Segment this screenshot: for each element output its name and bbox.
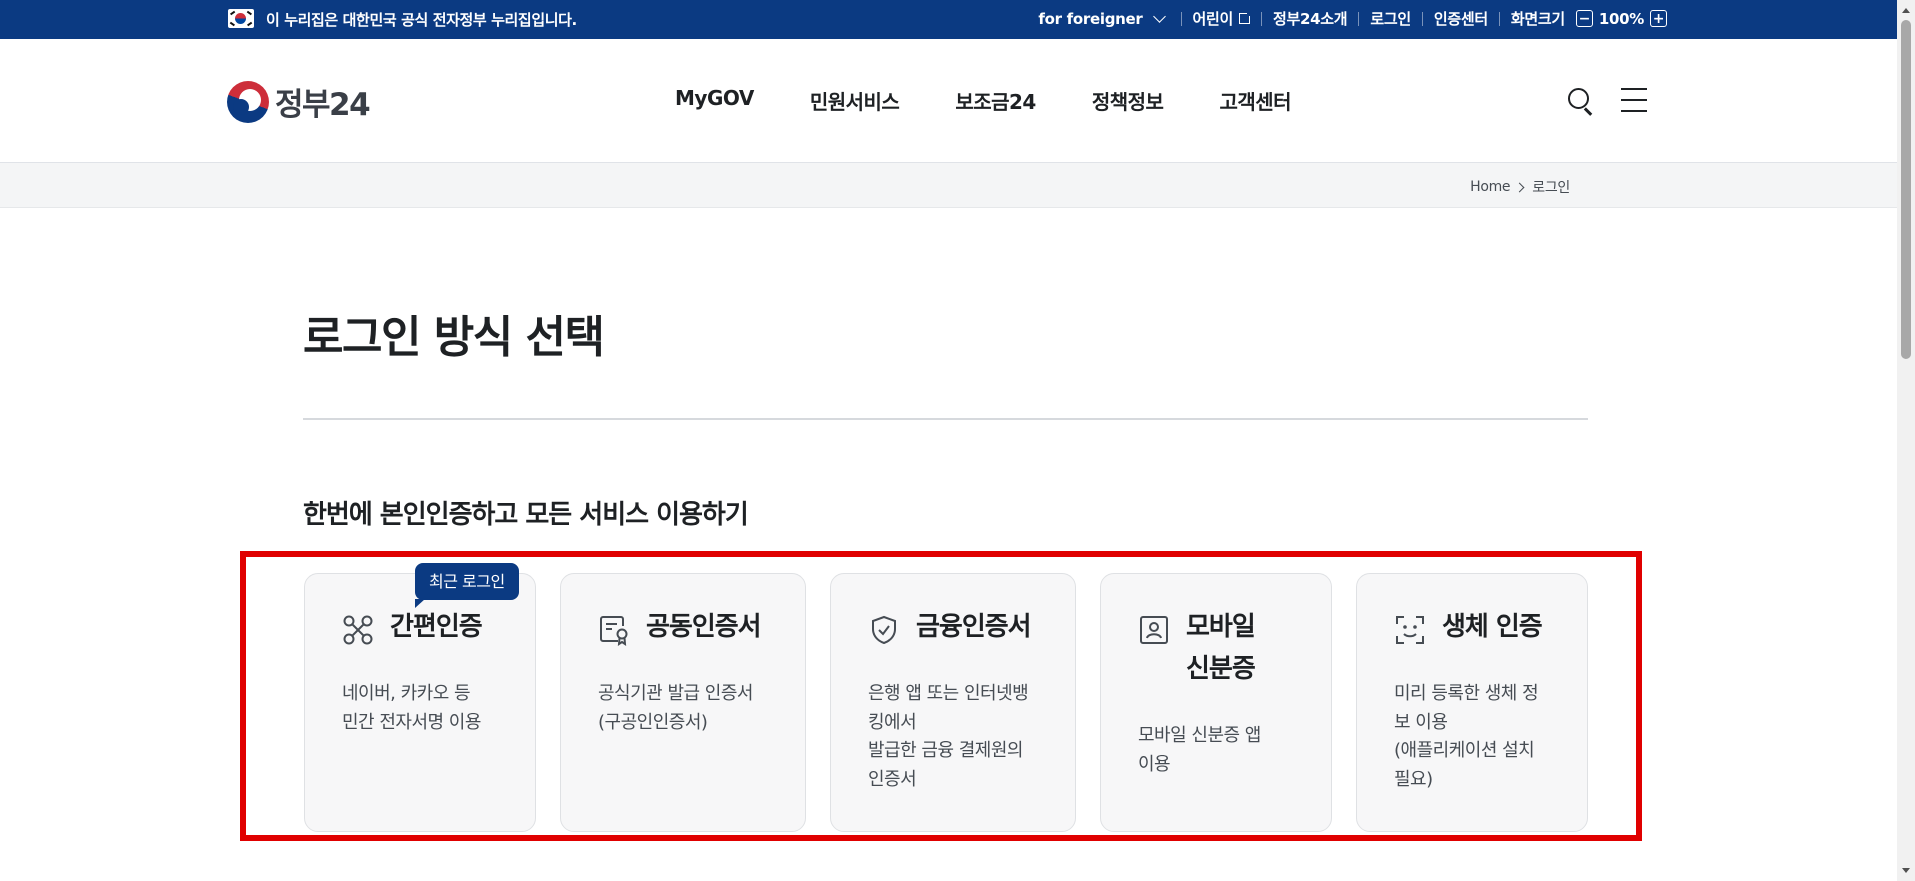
scroll-up-icon[interactable] [1902, 8, 1910, 13]
section-title: 한번에 본인인증하고 모든 서비스 이용하기 [303, 500, 749, 530]
korea-flag-icon [228, 9, 254, 28]
login-card-mobile-id[interactable]: 모바일 신분증 모바일 신분증 앱 이용 [1100, 573, 1332, 832]
gov-banner: 이 누리집은 대한민국 공식 전자정부 누리집입니다. for foreigne… [0, 0, 1915, 39]
link-nodes-icon [342, 614, 373, 645]
card-title: 간편인증 [390, 612, 483, 642]
divider [1358, 11, 1360, 26]
card-title: 생체 인증 [1442, 612, 1543, 642]
nav-customer-center[interactable]: 고객센터 [1219, 86, 1291, 115]
nav-subsidy24[interactable]: 보조금24 [955, 86, 1036, 115]
scroll-thumb[interactable] [1901, 20, 1911, 359]
zoom-in-button[interactable]: + [1650, 10, 1667, 27]
card-title: 모바일 신분증 [1186, 612, 1256, 684]
card-title: 금융인증서 [916, 612, 1032, 642]
breadcrumb-current: 로그인 [1532, 180, 1570, 196]
search-icon[interactable] [1567, 87, 1593, 113]
divider [1421, 11, 1423, 26]
login-link[interactable]: 로그인 [1370, 8, 1411, 29]
page-title: 로그인 방식 선택 [303, 312, 605, 363]
children-link[interactable]: 어린이 [1192, 8, 1254, 29]
screen-size-label: 화면크기 [1510, 10, 1565, 28]
chevron-right-icon [1514, 182, 1525, 192]
card-description: 네이버, 카카오 등 민간 전자서명 이용 [342, 683, 481, 733]
recent-login-badge: 최근 로그인 [415, 563, 519, 608]
about-link[interactable]: 정부24소개 [1273, 8, 1348, 29]
scroll-down-icon[interactable] [1902, 868, 1910, 873]
zoom-level: 100% [1598, 9, 1644, 28]
card-description: 은행 앱 또는 인터넷뱅 킹에서 발급한 금융 결제원의 인증서 [868, 683, 1029, 790]
nav-mygov[interactable]: MyGOV [675, 86, 754, 115]
for-foreigner-label: for foreigner [1038, 9, 1143, 28]
header-icons [1567, 87, 1647, 113]
title-divider [303, 418, 1588, 420]
id-card-icon [1138, 614, 1168, 644]
card-description: 모바일 신분증 앱 이용 [1138, 725, 1261, 775]
card-title: 공동인증서 [646, 612, 762, 642]
breadcrumb-home[interactable]: Home [1470, 179, 1510, 195]
nav-policy-info[interactable]: 정책정보 [1092, 86, 1164, 115]
login-card-biometric[interactable]: 생체 인증 미리 등록한 생체 정 보 이용 (애플리케이션 설치 필요) [1356, 573, 1588, 832]
nav-civil-service[interactable]: 민원서비스 [810, 86, 900, 115]
hamburger-menu-icon[interactable] [1621, 87, 1647, 112]
login-card-joint-certificate[interactable]: 공동인증서 공식기관 발급 인증서 (구공인인증서) [560, 573, 806, 832]
face-scan-icon [1394, 614, 1424, 644]
gov-emblem-icon [227, 80, 269, 123]
cert-center-link[interactable]: 인증센터 [1434, 8, 1488, 29]
divider [1180, 11, 1182, 26]
login-card-simple-auth[interactable]: 간편인증 네이버, 카카오 등 민간 전자서명 이용 [304, 573, 536, 832]
children-label: 어린이 [1192, 10, 1234, 28]
official-notice: 이 누리집은 대한민국 공식 전자정부 누리집입니다. [266, 11, 577, 29]
vertical-scrollbar[interactable] [1897, 0, 1915, 881]
external-link-icon [1239, 10, 1254, 24]
logo-link[interactable]: 정부24 [227, 79, 371, 124]
divider [1261, 11, 1263, 26]
logo-text: 정부24 [275, 87, 371, 123]
chevron-down-icon [1152, 10, 1166, 23]
breadcrumb-bar: Home 로그인 [0, 163, 1897, 208]
for-foreigner-dropdown[interactable]: for foreigner [1038, 10, 1169, 28]
utility-menu: for foreigner 어린이 정부24소개 로그인 인증센터 화면크기 −… [1038, 8, 1667, 29]
zoom-out-button[interactable]: − [1575, 10, 1593, 27]
divider [1498, 11, 1500, 26]
card-description: 미리 등록한 생체 정 보 이용 (애플리케이션 설치 필요) [1394, 683, 1539, 790]
breadcrumb: Home 로그인 [1470, 177, 1570, 197]
shield-check-icon [868, 614, 898, 645]
certificate-icon [598, 614, 628, 646]
card-description: 공식기관 발급 인증서 (구공인인증서) [598, 683, 753, 733]
login-card-financial-certificate[interactable]: 금융인증서 은행 앱 또는 인터넷뱅 킹에서 발급한 금융 결제원의 인증서 [830, 573, 1076, 832]
main-nav: MyGOV 민원서비스 보조금24 정책정보 고객센터 [675, 86, 1347, 115]
site-header: 정부24 MyGOV 민원서비스 보조금24 정책정보 고객센터 [0, 39, 1897, 163]
